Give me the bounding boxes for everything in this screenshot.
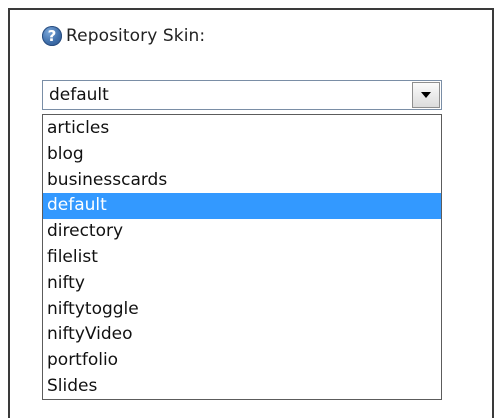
option-directory[interactable]: directory — [43, 219, 441, 245]
option-filelist[interactable]: filelist — [43, 245, 441, 271]
skin-select[interactable]: default — [42, 80, 442, 110]
chevron-down-icon[interactable] — [412, 82, 440, 108]
option-businesscards[interactable]: businesscards — [43, 168, 441, 194]
field-label-row: ? Repository Skin: — [42, 24, 205, 48]
option-nifty[interactable]: nifty — [43, 271, 441, 297]
option-slides[interactable]: Slides — [43, 374, 441, 400]
field-label: Repository Skin: — [66, 26, 206, 46]
option-portfolio[interactable]: portfolio — [43, 348, 441, 374]
option-blog[interactable]: blog — [43, 142, 441, 168]
skin-options-list[interactable]: articles blog businesscards default dire… — [42, 114, 442, 400]
option-niftyvideo[interactable]: niftyVideo — [43, 322, 441, 348]
option-default[interactable]: default — [43, 193, 441, 220]
option-niftytoggle[interactable]: niftytoggle — [43, 297, 441, 323]
option-articles[interactable]: articles — [43, 116, 441, 142]
help-icon[interactable]: ? — [42, 26, 62, 46]
select-current-value: default — [49, 85, 109, 105]
